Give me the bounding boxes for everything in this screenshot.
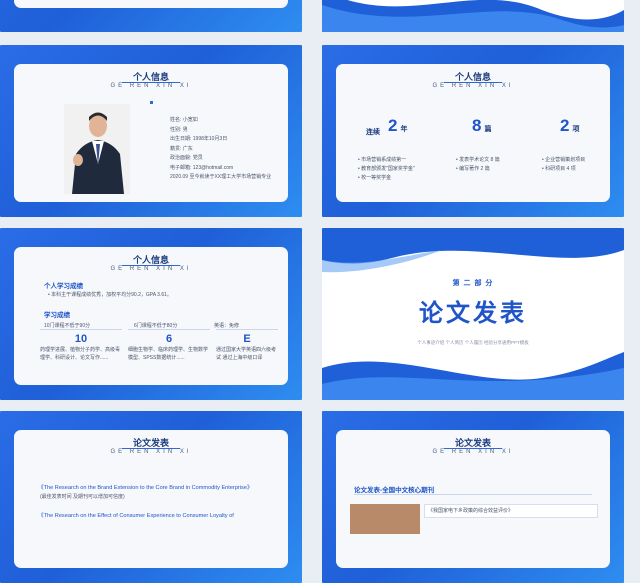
stat-papers: 8篇	[472, 116, 492, 135]
slide-card: 个人信息 GE REN XIN XI 个人学习成绩 • 本科主干课程成绩优秀，加…	[14, 247, 288, 385]
wave-decoration	[322, 0, 624, 32]
score-box: E 通过国家大学英语四六级考试 通过上海中级口译	[216, 329, 278, 380]
score-box: 6 细胞生物学、临床药理学、生物数学模型、SPSS数据统计......	[128, 329, 210, 380]
slide-thumbnail-4[interactable]: 个人信息 GE REN XIN XI 连续 2年 8篇 2项 • 市场营销系成绩…	[322, 45, 624, 217]
score-box: 10 药理学进展、植物分子药学、高级毒理学、科研设计、论文写作......	[40, 329, 122, 380]
list-item: • 教育部颁发"国家奖学金"	[358, 166, 415, 172]
slide-subtitle: GE REN XIN XI	[110, 266, 192, 272]
info-row: 姓名: 小宽如	[170, 117, 198, 123]
slide-subtitle: GE REN XIN XI	[432, 83, 514, 89]
paper-title: 《The Research on the Effect of Consumer …	[38, 513, 234, 519]
slide-card: 论文发表 GE REN XIN XI 论文发表-全国中文核心期刊 《我国家电下乡…	[336, 430, 610, 568]
col-head: 英语：免修	[214, 323, 240, 329]
paper-note: (最佳发表时间 及期刊可以增加可信度)	[40, 494, 125, 500]
info-row: 性别: 男	[170, 126, 188, 133]
part-label: 第 二 部 分	[452, 280, 494, 287]
title-marker	[14, 91, 288, 109]
list-item: • 市场营销系成绩第一	[358, 157, 407, 163]
slide-card: 论文发表 GE REN XIN XI 《The Research on the …	[14, 430, 288, 568]
section-heading: 个人学习成绩	[44, 283, 83, 290]
paper-title: 《The Research on the Brand Extension to …	[38, 485, 253, 491]
stat-prefix: 连续	[366, 129, 380, 136]
slide-thumbnail-3[interactable]: 个人信息 GE REN XIN XI 姓名: 小宽如 性别: 男 出生日期: 1…	[0, 45, 302, 217]
slide-subtitle: GE REN XIN XI	[110, 83, 192, 89]
info-row-education: 2020.09 至今就读于XX理工大学市场营销专业	[170, 174, 272, 180]
section-title: 论文发表	[419, 300, 527, 327]
col-head: 10门课程不低于90分	[44, 323, 91, 329]
info-row: 籍贯: 广东	[170, 145, 193, 152]
profile-photo	[64, 104, 130, 194]
info-row: 政治面貌: 党员	[170, 155, 203, 161]
slide-thumbnail-6[interactable]: 第 二 部 分 论文发表 个人事迹介绍 个人简历 个人履历 经验分享通用PPT模…	[322, 228, 624, 400]
stat-list-2: • 发表学术论文 8 篇 • 编写著作 2 篇	[456, 156, 500, 174]
section-caption: 个人事迹介绍 个人简历 个人履历 经验分享通用PPT模板	[417, 340, 529, 345]
stat-list-1: • 市场营销系成绩第一 • 教育部颁发"国家奖学金" • 校一等奖学金	[358, 156, 415, 183]
slide-card: 个人信息 GE REN XIN XI 连续 2年 8篇 2项 • 市场营销系成绩…	[336, 64, 610, 202]
paper-box: 《我国家电下乡政策的综合效益评价》	[424, 504, 598, 518]
section-heading: 论文发表-全国中文核心期刊	[354, 487, 435, 494]
slide-thumbnail-8[interactable]: 论文发表 GE REN XIN XI 论文发表-全国中文核心期刊 《我国家电下乡…	[322, 411, 624, 583]
slide-card	[14, 0, 288, 8]
slide-thumbnail-2[interactable]	[322, 0, 624, 32]
stat-projects: 2项	[560, 116, 580, 135]
slide-subtitle: GE REN XIN XI	[432, 449, 514, 455]
stat-years: 2年	[388, 116, 408, 135]
section-heading: 学习成绩	[44, 312, 70, 319]
list-item: • 校一等奖学金	[358, 175, 392, 181]
slide-thumbnail-1[interactable]	[0, 0, 302, 32]
col-head: 6门课程不低于80分	[134, 323, 178, 329]
info-row: 出生日期: 1998年10月3日	[170, 136, 228, 142]
slide-subtitle: GE REN XIN XI	[110, 449, 192, 455]
list-item: • 编写著作 2 篇	[456, 166, 490, 172]
stat-list-3: • 企业营销策划项目 • 科研项目 4 项	[542, 156, 585, 174]
info-row: 电子邮箱: 123@hotmail.com	[170, 164, 234, 171]
section-bullet: • 本科主干课程成绩优秀，加权平均分90.2，GPA 3.61。	[48, 292, 172, 298]
paper-image	[350, 504, 420, 534]
slide-card: 个人信息 GE REN XIN XI 姓名: 小宽如 性别: 男 出生日期: 1…	[14, 64, 288, 202]
list-item: • 科研项目 4 项	[542, 166, 576, 172]
slide-thumbnail-5[interactable]: 个人信息 GE REN XIN XI 个人学习成绩 • 本科主干课程成绩优秀，加…	[0, 228, 302, 400]
slide-thumbnail-7[interactable]: 论文发表 GE REN XIN XI 《The Research on the …	[0, 411, 302, 583]
list-item: • 企业营销策划项目	[542, 157, 586, 163]
divider	[354, 494, 592, 495]
list-item: • 发表学术论文 8 篇	[456, 157, 500, 163]
